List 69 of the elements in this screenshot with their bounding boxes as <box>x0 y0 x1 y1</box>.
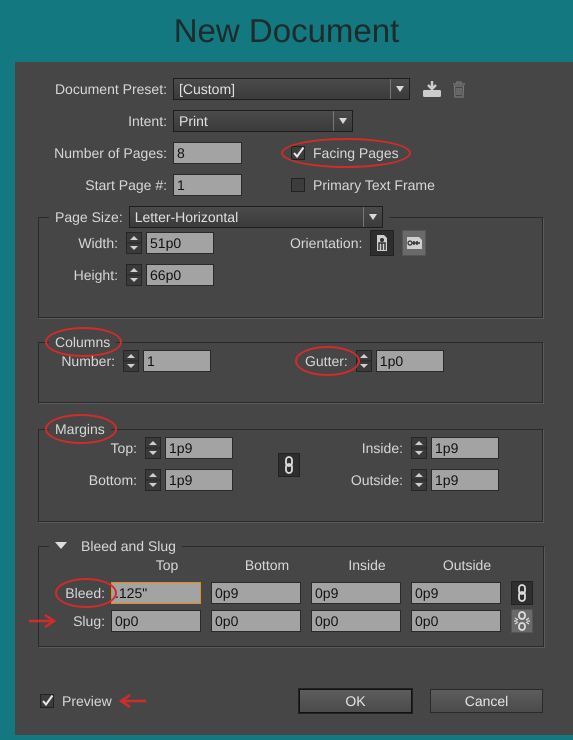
column-header: Inside <box>347 557 387 573</box>
checkbox-label: Primary Text Frame <box>313 177 435 193</box>
input-field[interactable]: 0p0 <box>211 610 301 632</box>
group-label: Margins <box>55 421 105 437</box>
input-field[interactable]: 0p0 <box>111 610 201 632</box>
column-header: Top <box>154 557 180 573</box>
field-label: Slug: <box>73 613 105 629</box>
group-label: Columns <box>55 334 110 350</box>
spinner-control[interactable] <box>126 264 142 286</box>
input-field[interactable]: 0p9 <box>311 582 401 604</box>
broken-chain-button[interactable] <box>511 609 533 633</box>
field-label: Outside: <box>350 472 403 488</box>
field-label: Height: <box>72 267 118 283</box>
field-label: Inside: <box>360 440 403 456</box>
spinner-control[interactable] <box>145 469 161 491</box>
chain-link-button[interactable] <box>278 453 300 477</box>
intent-dropdown[interactable]: Print <box>173 110 353 132</box>
checkbox[interactable] <box>291 178 305 192</box>
input-field[interactable]: 1p9 <box>431 437 499 459</box>
input-field[interactable]: 66p0 <box>146 264 214 286</box>
field-label: Width: <box>77 235 118 251</box>
field-label: Top: <box>110 440 137 456</box>
spinner-control[interactable] <box>356 350 372 372</box>
field-label: Number of Pages: <box>53 145 167 161</box>
checkbox[interactable] <box>291 146 305 160</box>
field-label: Number: <box>61 353 115 369</box>
checkbox-label: Facing Pages <box>313 145 399 161</box>
spinner-control[interactable] <box>411 469 427 491</box>
field-label: Orientation: <box>290 235 362 251</box>
input-field[interactable]: .125" <box>111 582 201 604</box>
chain-link-button[interactable] <box>511 581 533 605</box>
group-label: Bleed and Slug <box>81 538 176 554</box>
input-field[interactable]: 8 <box>173 142 242 164</box>
ok-button[interactable]: OK <box>299 689 412 713</box>
page-size-dropdown[interactable]: Letter-Horizontal <box>128 206 383 228</box>
field-label: Intent: <box>127 113 167 129</box>
column-header: Bottom <box>244 557 290 573</box>
input-field[interactable]: 1 <box>173 174 242 196</box>
input-field[interactable]: 0p9 <box>411 582 501 604</box>
input-field[interactable]: 0p9 <box>211 582 301 604</box>
field-label: Bottom: <box>88 472 137 488</box>
input-field[interactable]: 0p0 <box>411 610 501 632</box>
field-label: Start Page #: <box>84 177 167 193</box>
cancel-button[interactable]: Cancel <box>430 689 543 713</box>
field-label: Gutter: <box>305 353 348 369</box>
window-title: New Document <box>172 11 400 51</box>
broken-chain-icon <box>514 611 530 631</box>
spinner-control[interactable] <box>126 232 142 254</box>
field-label: Bleed: <box>65 585 105 601</box>
spinner-control[interactable] <box>411 437 427 459</box>
column-header: Outside <box>442 557 492 573</box>
input-field[interactable]: 1p9 <box>165 469 233 491</box>
input-field[interactable]: 51p0 <box>146 232 214 254</box>
preset-dropdown[interactable]: [Custom] <box>173 78 410 100</box>
input-field[interactable]: 0p0 <box>311 610 401 632</box>
input-field[interactable]: 1p9 <box>431 469 499 491</box>
input-field[interactable]: 1p9 <box>165 437 233 459</box>
checkbox[interactable] <box>40 694 54 708</box>
spinner-control[interactable] <box>123 350 139 372</box>
input-field[interactable]: 1 <box>143 350 211 372</box>
spinner-control[interactable] <box>145 437 161 459</box>
save-preset-icon[interactable] <box>422 80 442 98</box>
group-label: Page Size: <box>55 209 123 225</box>
landscape-orientation-button[interactable] <box>402 230 426 256</box>
disclosure-triangle-icon[interactable] <box>55 542 67 550</box>
input-field[interactable]: 1p0 <box>376 350 444 372</box>
checkbox-label: Preview <box>62 693 112 709</box>
portrait-orientation-button[interactable] <box>370 230 394 256</box>
field-label: Document Preset: <box>54 81 167 97</box>
